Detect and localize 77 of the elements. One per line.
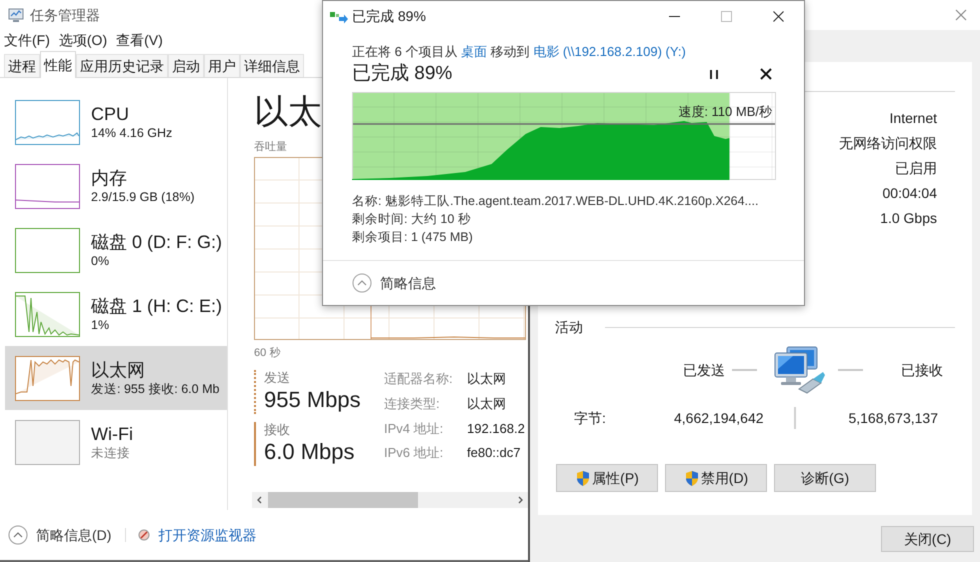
fewer-details-button[interactable]: 简略信息(D)	[36, 524, 112, 546]
device-detail: 未连接	[91, 444, 131, 462]
sent-label: 已发送	[683, 360, 725, 380]
resource-monitor-link[interactable]: 打开资源监视器	[158, 524, 256, 546]
device-name: 内存	[91, 166, 128, 188]
connection-value: 已启用	[895, 159, 937, 178]
device-detail: 2.9/15.9 GB (18%)	[91, 188, 195, 206]
tab[interactable]: 性能	[40, 51, 76, 78]
property-value: fe80::dc7	[467, 444, 522, 462]
property-label: IPv6 地址:	[384, 444, 444, 462]
tab[interactable]: 启动	[168, 54, 204, 77]
tab[interactable]: 应用历史记录	[76, 54, 168, 77]
scrollbar-thumb[interactable]	[268, 492, 418, 508]
location-link[interactable]: 电影 (\\192.168.2.109) (Y:)	[533, 44, 686, 59]
collapse-icon[interactable]	[352, 273, 372, 293]
action-button[interactable]: 属性(P)	[556, 464, 658, 492]
app-icon	[8, 7, 24, 23]
progress-heading: 已完成 89%	[352, 62, 452, 86]
device-name: 磁盘 1 (H: C: E:)	[91, 294, 222, 316]
bytes-received: 5,168,673,137	[847, 408, 938, 428]
stat-value: 955 Mbps	[264, 386, 362, 414]
sidebar-item[interactable]: 磁盘 1 (H: C: E:) 1%	[0, 282, 227, 346]
sidebar-item[interactable]: 以太网 发送: 955 接收: 6.0 Mb	[5, 346, 227, 410]
window-title: 已完成 89%	[352, 6, 426, 26]
time-span-label: 60 秒	[254, 346, 282, 360]
device-detail: 14% 4.16 GHz	[91, 124, 172, 142]
menu-item[interactable]: 查看(V)	[116, 33, 163, 47]
connection-value: 00:04:04	[882, 184, 937, 203]
stat-label: 接收	[264, 422, 291, 438]
collapse-icon[interactable]	[8, 525, 28, 545]
device-detail: 1%	[91, 316, 110, 334]
device-name: CPU	[91, 102, 130, 124]
action-button[interactable]: 诊断(G)	[774, 464, 876, 492]
close-button[interactable]: 关闭(C)	[881, 526, 974, 552]
section-title: 活动	[555, 318, 583, 336]
connection-value: 1.0 Gbps	[880, 209, 937, 228]
bytes-label: 字节:	[574, 408, 607, 428]
device-name: Wi-Fi	[91, 422, 133, 444]
scrollbar[interactable]	[252, 492, 529, 508]
detail-line: 剩余项目: 1 (475 MB)	[352, 229, 474, 246]
property-value: 以太网	[467, 370, 507, 388]
property-value: 192.168.2	[467, 420, 525, 438]
stat-label: 发送	[264, 370, 291, 386]
shield-icon	[575, 470, 592, 486]
speed-label: 速度: 110 MB/秒	[678, 104, 772, 120]
property-value: 以太网	[467, 394, 507, 413]
connection-value: Internet	[890, 109, 937, 128]
window-title: 任务管理器	[30, 6, 100, 24]
menu-item[interactable]: 选项(O)	[58, 33, 108, 47]
device-name: 磁盘 0 (D: F: G:)	[91, 230, 222, 252]
device-detail: 发送: 955 接收: 6.0 Mb	[91, 380, 220, 398]
tab[interactable]: 进程	[4, 54, 40, 77]
network-computers-icon	[773, 345, 825, 395]
graph-label: 吞吐量	[254, 140, 288, 154]
shield-icon	[684, 470, 700, 486]
detail-line: 名称: 魅影特工队.The.agent.team.2017.WEB-DL.UHD.4K.2160p.X264....	[352, 193, 760, 210]
fewer-details-button[interactable]: 简略信息	[380, 272, 436, 294]
tab[interactable]: 详细信息	[240, 54, 304, 77]
sidebar-item[interactable]: CPU 14% 4.16 GHz	[0, 90, 227, 154]
tab[interactable]: 用户	[204, 54, 240, 77]
close-icon[interactable]	[772, 10, 784, 22]
device-detail: 0%	[91, 252, 110, 270]
location-link[interactable]: 桌面	[461, 44, 488, 59]
property-label: 连接类型:	[384, 394, 441, 413]
property-label: 适配器名称:	[384, 370, 454, 388]
device-name: 以太网	[91, 358, 146, 380]
property-label: IPv4 地址:	[384, 420, 444, 438]
received-label: 已接收	[901, 360, 943, 380]
action-button[interactable]: 禁用(D)	[665, 464, 767, 492]
section-heading: 以太	[254, 94, 323, 130]
stat-value: 6.0 Mbps	[264, 438, 356, 466]
sidebar-item[interactable]: 磁盘 0 (D: F: G:) 0%	[0, 218, 227, 282]
menu-item[interactable]: 文件(F)	[4, 33, 50, 47]
connection-value: 无网络访问权限	[839, 134, 937, 153]
detail-line: 剩余时间: 大约 10 秒	[352, 211, 472, 228]
transfer-description: 正在将 6 个项目从 桌面 移动到 电影 (\\192.168.2.109) (Y:)	[352, 44, 687, 60]
sidebar-item[interactable]: 内存 2.9/15.9 GB (18%)	[0, 154, 227, 218]
